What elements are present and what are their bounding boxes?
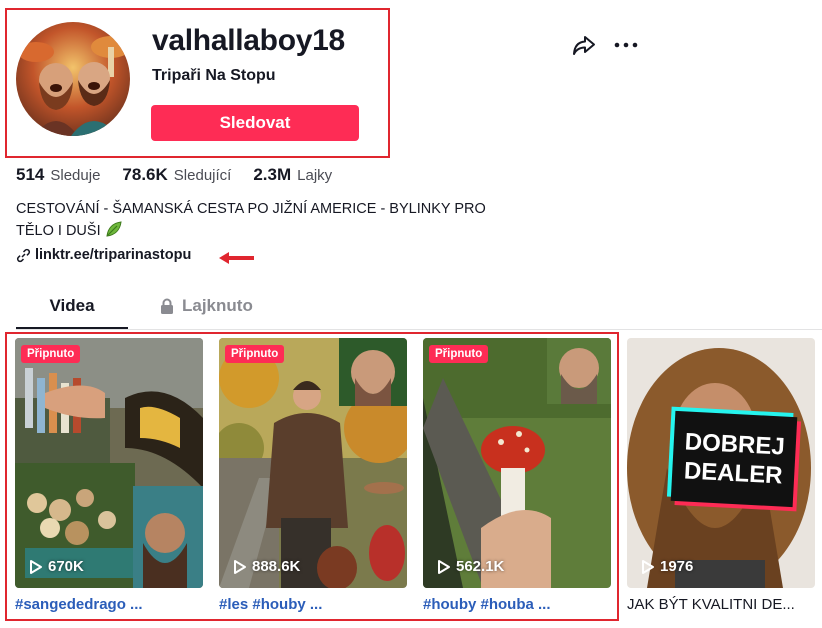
bio: CESTOVÁNÍ - ŠAMANSKÁ CESTA PO JIŽNÍ AMER… xyxy=(16,199,536,245)
follow-button[interactable]: Sledovat xyxy=(151,105,359,141)
bio-line-2: TĚLO I DUŠI xyxy=(16,223,101,239)
stat-label: Sledující xyxy=(173,167,232,184)
leaf-icon xyxy=(105,220,123,245)
pinned-badge: Připnuto xyxy=(225,345,285,363)
video-card[interactable]: Připnuto 670K #sangededrago ... xyxy=(15,338,203,613)
avatar[interactable] xyxy=(16,22,130,136)
view-count-value: 888.6K xyxy=(252,558,301,575)
video-caption[interactable]: #sangededrago ... xyxy=(15,596,203,613)
bio-link[interactable]: linktr.ee/triparinastopu xyxy=(16,247,191,263)
username: valhallaboy18 xyxy=(152,24,345,57)
bio-line-1: CESTOVÁNÍ - ŠAMANSKÁ CESTA PO JIŽNÍ AMER… xyxy=(16,201,486,217)
tab-liked-label: Lajknuto xyxy=(182,296,253,315)
view-count: 670K xyxy=(29,558,84,575)
view-count-value: 562.1K xyxy=(456,558,505,575)
stat-value: 2.3M xyxy=(253,165,292,184)
play-icon xyxy=(234,559,246,574)
stat-following[interactable]: 514 Sleduje xyxy=(16,165,100,185)
stat-label: Lajky xyxy=(297,167,333,184)
view-count: 888.6K xyxy=(233,558,300,575)
view-count-value: 1976 xyxy=(660,558,694,575)
video-thumbnail[interactable]: Připnuto 562.1K xyxy=(423,338,611,588)
video-card[interactable]: Připnuto 562.1K #houby #houba ... xyxy=(423,338,611,613)
play-icon xyxy=(30,559,42,574)
video-thumbnail[interactable]: Připnuto 888.6K xyxy=(219,338,407,588)
nickname: Tripaři Na Stopu xyxy=(152,67,276,84)
pinned-badge: Připnuto xyxy=(21,345,81,363)
video-card[interactable]: DOBREJ DEALER 1976 JAK BÝT KVALITNI DE..… xyxy=(627,338,815,613)
play-icon xyxy=(642,559,654,574)
view-count: 1976 xyxy=(641,558,693,575)
video-thumbnail[interactable]: Připnuto 670K xyxy=(15,338,203,588)
annotation-arrow-icon xyxy=(218,251,256,270)
tab-liked[interactable]: Lajknuto xyxy=(160,296,253,316)
share-icon[interactable] xyxy=(571,32,597,58)
tab-divider xyxy=(16,329,822,330)
video-caption[interactable]: JAK BÝT KVALITNI DE... xyxy=(627,596,815,613)
video-card[interactable]: Připnuto 888.6K #les #houby ... xyxy=(219,338,407,613)
video-thumbnail[interactable]: DOBREJ DEALER 1976 xyxy=(627,338,815,588)
stat-label: Sleduje xyxy=(50,167,101,184)
lock-icon xyxy=(160,298,174,314)
tab-videos[interactable]: Videa xyxy=(16,296,128,316)
video-caption[interactable]: #les #houby ... xyxy=(219,596,407,613)
profile-stats: 514 Sleduje 78.6K Sledující 2.3M Lajky xyxy=(16,165,354,185)
view-count-value: 670K xyxy=(48,558,84,575)
stat-followers[interactable]: 78.6K Sledující xyxy=(122,165,231,185)
stat-value: 514 xyxy=(16,165,45,184)
play-icon xyxy=(438,559,450,574)
view-count: 562.1K xyxy=(437,558,504,575)
dobrej-dealer-overlay: DOBREJ DEALER xyxy=(670,410,798,508)
pinned-badge: Připnuto xyxy=(429,345,489,363)
overlay-text-line-2: DEALER xyxy=(683,457,784,490)
link-icon xyxy=(16,248,31,263)
stat-likes: 2.3M Lajky xyxy=(253,165,332,185)
video-caption[interactable]: #houby #houba ... xyxy=(423,596,611,613)
bio-link-text: linktr.ee/triparinastopu xyxy=(35,247,192,263)
stat-value: 78.6K xyxy=(122,165,168,184)
more-icon[interactable] xyxy=(612,32,640,58)
